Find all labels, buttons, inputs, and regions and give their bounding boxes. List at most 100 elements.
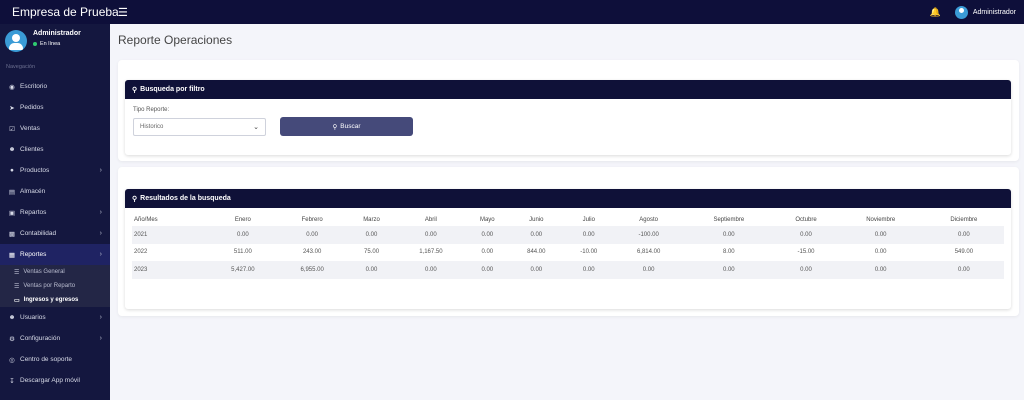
- column-header: Enero: [234, 217, 251, 223]
- hamburger-menu-icon[interactable]: ☰: [118, 6, 128, 19]
- sidebar-item-repartos[interactable]: ▣ Repartos ›: [0, 202, 110, 223]
- tipo-reporte-value: Historico: [140, 123, 164, 130]
- sidebar-item-label: Ventas: [20, 125, 40, 132]
- sidebar-item-label: Productos: [20, 167, 50, 174]
- table-cell: -15.00: [797, 249, 815, 256]
- table-row: 2021 0.00 0.00 0.00 0.00 0.00 0.00 0.00 …: [132, 226, 1004, 244]
- sidebar-item-productos[interactable]: ● Productos ›: [0, 160, 110, 181]
- sidebar-item-contabilidad[interactable]: ▩ Contabilidad ›: [0, 223, 110, 244]
- gears-icon: ⚙: [9, 335, 15, 343]
- user-status-text: En línea: [40, 41, 61, 47]
- sidebar-item-usuarios[interactable]: ☻ Usuarios ›: [0, 307, 110, 328]
- table-cell: 6,955.00: [300, 266, 324, 273]
- table-cell: 0.00: [722, 231, 735, 238]
- table-cell: 0.00: [365, 231, 378, 238]
- table-cell: 0.00: [306, 231, 318, 238]
- user-icon: ☻: [8, 314, 16, 321]
- results-panel-header: ⚲ Resultados de la busqueda: [125, 189, 1011, 208]
- sidebar-item-pedidos[interactable]: ➤ Pedidos: [0, 97, 110, 118]
- chevron-right-icon: ›: [99, 230, 102, 237]
- table-header-row: Año/Mes Enero Febrero Marzo Abril Mayo J…: [132, 214, 1004, 226]
- sidebar-subitem-ventas-general[interactable]: ☰ Ventas General: [0, 265, 110, 279]
- search-icon: ⚲: [132, 195, 138, 203]
- book-icon: ▭: [14, 297, 20, 304]
- table-cell: 0.00: [874, 231, 887, 238]
- sidebar-item-label: Centro de soporte: [20, 356, 73, 363]
- table-cell: 0.00: [365, 266, 378, 273]
- sidebar-item-ventas[interactable]: ☑ Ventas: [0, 118, 110, 139]
- sidebar-item-label: Almacén: [20, 188, 46, 195]
- nav-header: Navegación: [6, 64, 36, 70]
- table-cell: 511.00: [233, 249, 252, 256]
- tipo-reporte-select[interactable]: Historico ⌄: [133, 117, 266, 136]
- user-status: En línea: [33, 41, 81, 47]
- user-panel: Administrador En línea: [0, 24, 110, 58]
- filter-panel-header: ⚲ Busqueda por filtro: [125, 80, 1011, 99]
- sidebar-item-clientes[interactable]: ☻ Clientes: [0, 139, 110, 160]
- chevron-right-icon: ›: [99, 314, 102, 321]
- sidebar-item-configuracion[interactable]: ⚙ Configuración ›: [0, 328, 110, 349]
- sidebar-item-descargar-app[interactable]: ↧ Descargar App móvil: [0, 370, 110, 391]
- table-cell: 2023: [134, 266, 148, 273]
- sidebar-item-label: Reportes: [20, 251, 47, 258]
- tipo-reporte-label: Tipo Reporte:: [133, 107, 170, 113]
- sidebar-item-label: Escritorio: [20, 83, 48, 90]
- table-cell: 2022: [134, 249, 148, 256]
- table-cell: -100.00: [638, 231, 659, 238]
- filter-heading: Busqueda por filtro: [140, 86, 205, 93]
- table-cell: 0.00: [425, 266, 437, 273]
- users-icon: ☻: [8, 146, 16, 153]
- sidebar-item-escritorio[interactable]: ◉ Escritorio: [0, 76, 110, 97]
- column-header: Julio: [582, 217, 595, 223]
- table-cell: 0.00: [582, 266, 595, 273]
- table-cell: 243.00: [302, 249, 322, 256]
- table-cell: -10.00: [580, 249, 598, 256]
- page-title: Reporte Operaciones: [118, 33, 233, 47]
- reportes-submenu: ☰ Ventas General ☰ Ventas por Reparto ▭ …: [0, 265, 110, 307]
- sidebar-subitem-ingresos-egresos[interactable]: ▭ Ingresos y egresos: [0, 293, 110, 307]
- table-row: 2022 511.00 243.00 75.00 1,167.50 0.00 8…: [132, 244, 1004, 262]
- top-user-name[interactable]: Administrador: [973, 9, 1016, 16]
- sidebar-item-label: Usuarios: [20, 314, 46, 321]
- sidebar-item-label: Contabilidad: [20, 230, 57, 237]
- filter-card: ⚲ Busqueda por filtro Tipo Reporte: Hist…: [118, 60, 1019, 161]
- check-square-icon: ☑: [9, 125, 15, 133]
- sidebar-item-label: Configuración: [20, 335, 61, 342]
- top-right-area: 🔔 Administrador: [930, 5, 1024, 19]
- list-icon: ☰: [14, 269, 20, 276]
- column-header: Febrero: [301, 217, 323, 223]
- results-table: Año/Mes Enero Febrero Marzo Abril Mayo J…: [132, 214, 1004, 279]
- results-card: ⚲ Resultados de la busqueda Año/Mes Ener…: [118, 167, 1019, 316]
- sidebar-item-reportes[interactable]: ▦ Reportes ›: [0, 244, 110, 265]
- column-header: Octubre: [795, 217, 817, 223]
- table-cell: 0.00: [425, 231, 437, 238]
- sidebar-item-label: Descargar App móvil: [20, 377, 80, 384]
- sidebar-subitem-ventas-por-reparto[interactable]: ☰ Ventas por Reparto: [0, 279, 110, 293]
- sidebar: Administrador En línea Navegación ◉ Escr…: [0, 24, 110, 400]
- table-cell: 0.00: [481, 249, 494, 256]
- results-heading: Resultados de la busqueda: [140, 195, 231, 202]
- column-header: Marzo: [363, 217, 380, 223]
- money-icon: ▩: [8, 230, 16, 238]
- buscar-button[interactable]: ⚲ Buscar: [280, 117, 413, 136]
- column-header: Noviembre: [866, 217, 896, 223]
- table-cell: 8.00: [722, 249, 735, 256]
- chart-icon: ▦: [8, 251, 16, 259]
- sidebar-item-almacen[interactable]: ▤ Almacén: [0, 181, 110, 202]
- table-cell: 0.00: [481, 266, 494, 273]
- bell-icon[interactable]: 🔔: [930, 7, 941, 18]
- column-header: Abril: [424, 217, 437, 223]
- filter-panel: ⚲ Busqueda por filtro Tipo Reporte: Hist…: [125, 80, 1011, 155]
- top-avatar[interactable]: [954, 5, 968, 19]
- table-cell: 0.00: [582, 231, 595, 238]
- table-cell: 0.00: [800, 266, 812, 273]
- search-icon: ⚲: [332, 123, 338, 131]
- table-cell: 0.00: [800, 231, 812, 238]
- sidebar-subitem-label: Ventas por Reparto: [23, 283, 76, 289]
- avatar: [5, 30, 27, 52]
- brand-name[interactable]: Empresa de Prueba: [0, 0, 119, 24]
- buscar-button-label: Buscar: [340, 123, 361, 130]
- top-bar: Empresa de Prueba ☰ 🔔 Administrador: [0, 0, 1024, 24]
- sidebar-item-soporte[interactable]: ◎ Centro de soporte: [0, 349, 110, 370]
- download-icon: ↧: [9, 377, 15, 385]
